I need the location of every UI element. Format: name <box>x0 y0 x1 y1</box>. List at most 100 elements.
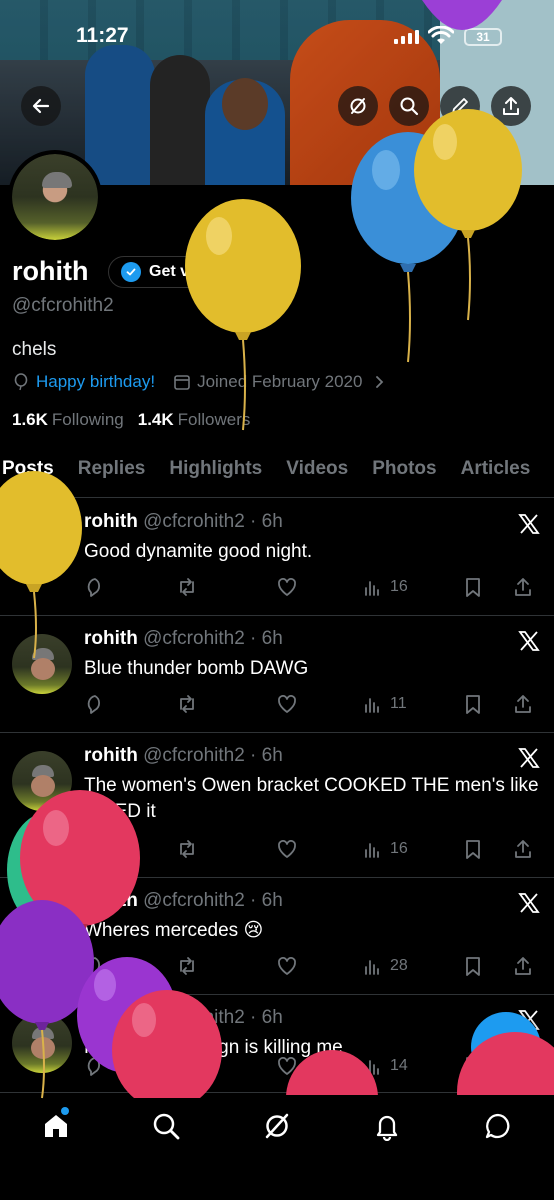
tweet-author-name[interactable]: rohith <box>84 628 138 649</box>
tweet-actions: 11 <box>84 693 542 715</box>
avatar[interactable] <box>12 634 72 694</box>
like-button[interactable] <box>276 955 362 977</box>
tab-posts[interactable]: Posts <box>2 452 62 497</box>
tweet-author-name[interactable]: rohith <box>84 890 138 911</box>
repost-icon <box>180 1057 194 1075</box>
back-button[interactable] <box>21 86 61 126</box>
avatar[interactable] <box>12 1013 72 1073</box>
repost-button[interactable] <box>176 838 276 860</box>
like-button[interactable] <box>276 838 362 860</box>
chevron-right-icon[interactable] <box>370 373 388 391</box>
nav-messages[interactable] <box>483 1111 513 1141</box>
avatar[interactable] <box>12 751 72 811</box>
tweet-author-handle: @cfcrohith2 · 6h <box>143 511 283 532</box>
tab-videos[interactable]: Videos <box>286 452 348 497</box>
birthday-text[interactable]: Happy birthday! <box>36 372 155 392</box>
tweet-item[interactable]: rohith @cfcrohith2 · 6h The women's Owen… <box>0 733 554 878</box>
share-button[interactable] <box>512 693 534 715</box>
tweet-author-name[interactable]: rohith <box>84 745 138 766</box>
edit-icon <box>452 98 468 114</box>
followers-link[interactable]: 1.4K Followers <box>138 410 251 430</box>
repost-button[interactable] <box>176 576 276 598</box>
tweet-item[interactable]: rohith @cfcrohith2 · 6h Wheres mercedes … <box>0 878 554 995</box>
repost-button[interactable] <box>176 693 276 715</box>
share-button[interactable] <box>512 838 534 860</box>
tweet-header: rohith @cfcrohith2 · 6h <box>84 890 283 912</box>
views-button[interactable]: 16 <box>362 576 462 598</box>
bookmark-button[interactable] <box>462 838 512 860</box>
bookmark-icon <box>466 695 480 714</box>
share-button[interactable] <box>491 86 531 126</box>
messages-icon <box>485 1113 510 1139</box>
share-button[interactable] <box>512 576 534 598</box>
grok-button[interactable] <box>338 86 378 126</box>
views-button[interactable]: 28 <box>362 955 462 977</box>
signal-icon <box>394 30 419 44</box>
x-logo-icon <box>518 631 540 651</box>
tweet-item[interactable]: rohith @cfcrohith2 · 6h Blue thunder bom… <box>0 616 554 733</box>
wifi-icon <box>428 26 454 44</box>
views-button[interactable]: 14 <box>362 1055 462 1077</box>
reply-button[interactable] <box>84 1055 176 1077</box>
views-button[interactable]: 16 <box>362 838 462 860</box>
joined-date: Joined February 2020 <box>197 372 363 391</box>
balloon-icon <box>14 373 28 391</box>
grok-icon <box>350 98 366 114</box>
share-icon <box>515 957 531 975</box>
battery-icon: 31 <box>464 28 502 46</box>
profile-bio: chels <box>12 339 57 360</box>
views-icon <box>365 960 379 975</box>
tab-articles[interactable]: Articles <box>461 452 531 497</box>
plus-icon <box>494 1035 518 1059</box>
tweet-author-name[interactable]: rohith <box>84 1007 138 1028</box>
reply-button[interactable] <box>84 576 176 598</box>
nav-grok[interactable] <box>262 1111 292 1141</box>
tab-replies[interactable]: Replies <box>78 452 146 497</box>
bookmark-button[interactable] <box>462 955 512 977</box>
profile-meta: Happy birthday! Joined February 2020 <box>12 372 388 392</box>
views-button[interactable]: 11 <box>362 693 462 715</box>
like-button[interactable] <box>276 1055 362 1077</box>
bookmark-icon <box>466 578 480 597</box>
tweet-author-name[interactable]: rohith <box>84 511 138 532</box>
reply-button[interactable] <box>84 955 176 977</box>
tweet-actions: 16 <box>84 838 542 860</box>
like-icon <box>278 840 296 858</box>
bookmark-button[interactable] <box>462 576 512 598</box>
repost-button[interactable] <box>176 955 276 977</box>
share-icon <box>515 578 531 596</box>
notifications-icon <box>376 1115 398 1142</box>
search-button[interactable] <box>389 86 429 126</box>
like-button[interactable] <box>276 576 362 598</box>
nav-home[interactable] <box>41 1107 71 1141</box>
compose-button[interactable] <box>471 1012 541 1082</box>
avatar[interactable] <box>12 896 72 956</box>
search-icon <box>153 1113 180 1140</box>
tweet-header: rohith @cfcrohith2 · 6h <box>84 1007 283 1029</box>
following-link[interactable]: 1.6K Following <box>12 410 124 430</box>
views-count: 16 <box>390 578 408 595</box>
tab-photos[interactable]: Photos <box>372 452 436 497</box>
profile-avatar[interactable] <box>8 150 102 244</box>
avatar[interactable] <box>12 517 72 577</box>
tweet-item[interactable]: rohith @cfcrohith2 · 6h Good dynamite go… <box>0 499 554 616</box>
share-icon <box>515 695 531 713</box>
bookmark-icon <box>466 840 480 859</box>
reply-button[interactable] <box>84 838 176 860</box>
reply-button[interactable] <box>84 693 176 715</box>
repost-icon <box>180 695 194 713</box>
status-bar: 11:27 31 <box>0 24 554 54</box>
repost-button[interactable] <box>176 1055 276 1077</box>
tab-highlights[interactable]: Highlights <box>169 452 262 497</box>
nav-search[interactable] <box>151 1111 181 1141</box>
share-button[interactable] <box>512 955 534 977</box>
bookmark-button[interactable] <box>462 693 512 715</box>
get-verified-button[interactable]: Get verified <box>108 256 253 288</box>
tweet-text: The women's Owen bracket COOKED THE men'… <box>84 775 539 822</box>
like-button[interactable] <box>276 693 362 715</box>
repost-icon <box>180 578 194 596</box>
verified-badge-icon <box>121 262 141 282</box>
edit-button[interactable] <box>440 86 480 126</box>
nav-notifications[interactable] <box>372 1111 402 1142</box>
x-logo-icon <box>518 748 540 768</box>
